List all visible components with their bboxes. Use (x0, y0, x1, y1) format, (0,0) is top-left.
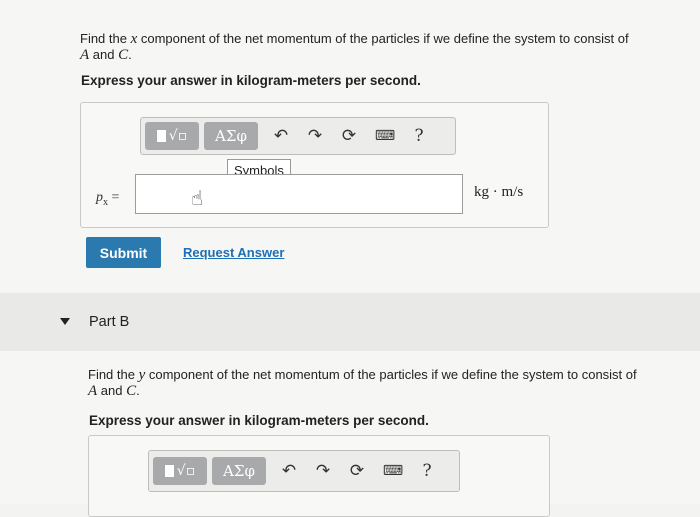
answer-label: px = (96, 190, 120, 208)
part-a-question: Find the x component of the net momentum… (80, 31, 680, 63)
math-toolbar: √▫ ΑΣφ ↶ ↷ ⟳ ⌨ ? (140, 117, 456, 155)
reset-icon[interactable]: ⟳ (342, 457, 372, 485)
undo-icon[interactable]: ↶ (266, 122, 296, 150)
variable-a: A (88, 383, 98, 399)
question-text: and (89, 47, 119, 62)
redo-icon[interactable]: ↷ (300, 122, 330, 150)
help-button[interactable]: ? (412, 457, 442, 485)
collapse-caret-icon[interactable] (60, 318, 70, 325)
question-text: Find the (80, 31, 131, 46)
question-text: component of the net momentum of the par… (137, 31, 629, 46)
question-text: and (97, 383, 127, 398)
request-answer-link[interactable]: Request Answer (183, 245, 284, 260)
sqrt-icon: √▫ (176, 463, 196, 479)
question-text: . (128, 47, 132, 62)
question-text: component of the net momentum of the par… (145, 367, 637, 382)
question-text: Find the (88, 367, 139, 382)
template-block-icon (156, 130, 166, 142)
symbols-button[interactable]: ΑΣφ (204, 122, 258, 150)
answer-input[interactable] (135, 174, 463, 214)
sqrt-icon: √▫ (168, 128, 188, 144)
part-b-question: Find the y component of the net momentum… (88, 367, 688, 399)
question-text: . (136, 383, 140, 398)
variable-c: C (118, 47, 129, 63)
templates-button[interactable]: √▫ (153, 457, 207, 485)
part-b-instruction: Express your answer in kilogram-meters p… (89, 413, 429, 428)
variable-c: C (126, 383, 137, 399)
hand-cursor-icon: ☝ (191, 186, 204, 210)
part-b-title[interactable]: Part B (89, 314, 129, 330)
math-toolbar: √▫ ΑΣφ ↶ ↷ ⟳ ⌨ ? (148, 450, 460, 492)
symbols-button[interactable]: ΑΣφ (212, 457, 266, 485)
undo-icon[interactable]: ↶ (274, 457, 304, 485)
template-block-icon (164, 465, 174, 477)
redo-icon[interactable]: ↷ (308, 457, 338, 485)
templates-button[interactable]: √▫ (145, 122, 199, 150)
submit-button[interactable]: Submit (86, 237, 161, 268)
units-label: kg · m/s (474, 184, 524, 200)
variable-a: A (80, 47, 90, 63)
help-button[interactable]: ? (404, 122, 434, 150)
part-a-instruction: Express your answer in kilogram-meters p… (81, 73, 421, 88)
keyboard-icon[interactable]: ⌨ (378, 457, 408, 485)
reset-icon[interactable]: ⟳ (334, 122, 364, 150)
keyboard-icon[interactable]: ⌨ (370, 122, 400, 150)
